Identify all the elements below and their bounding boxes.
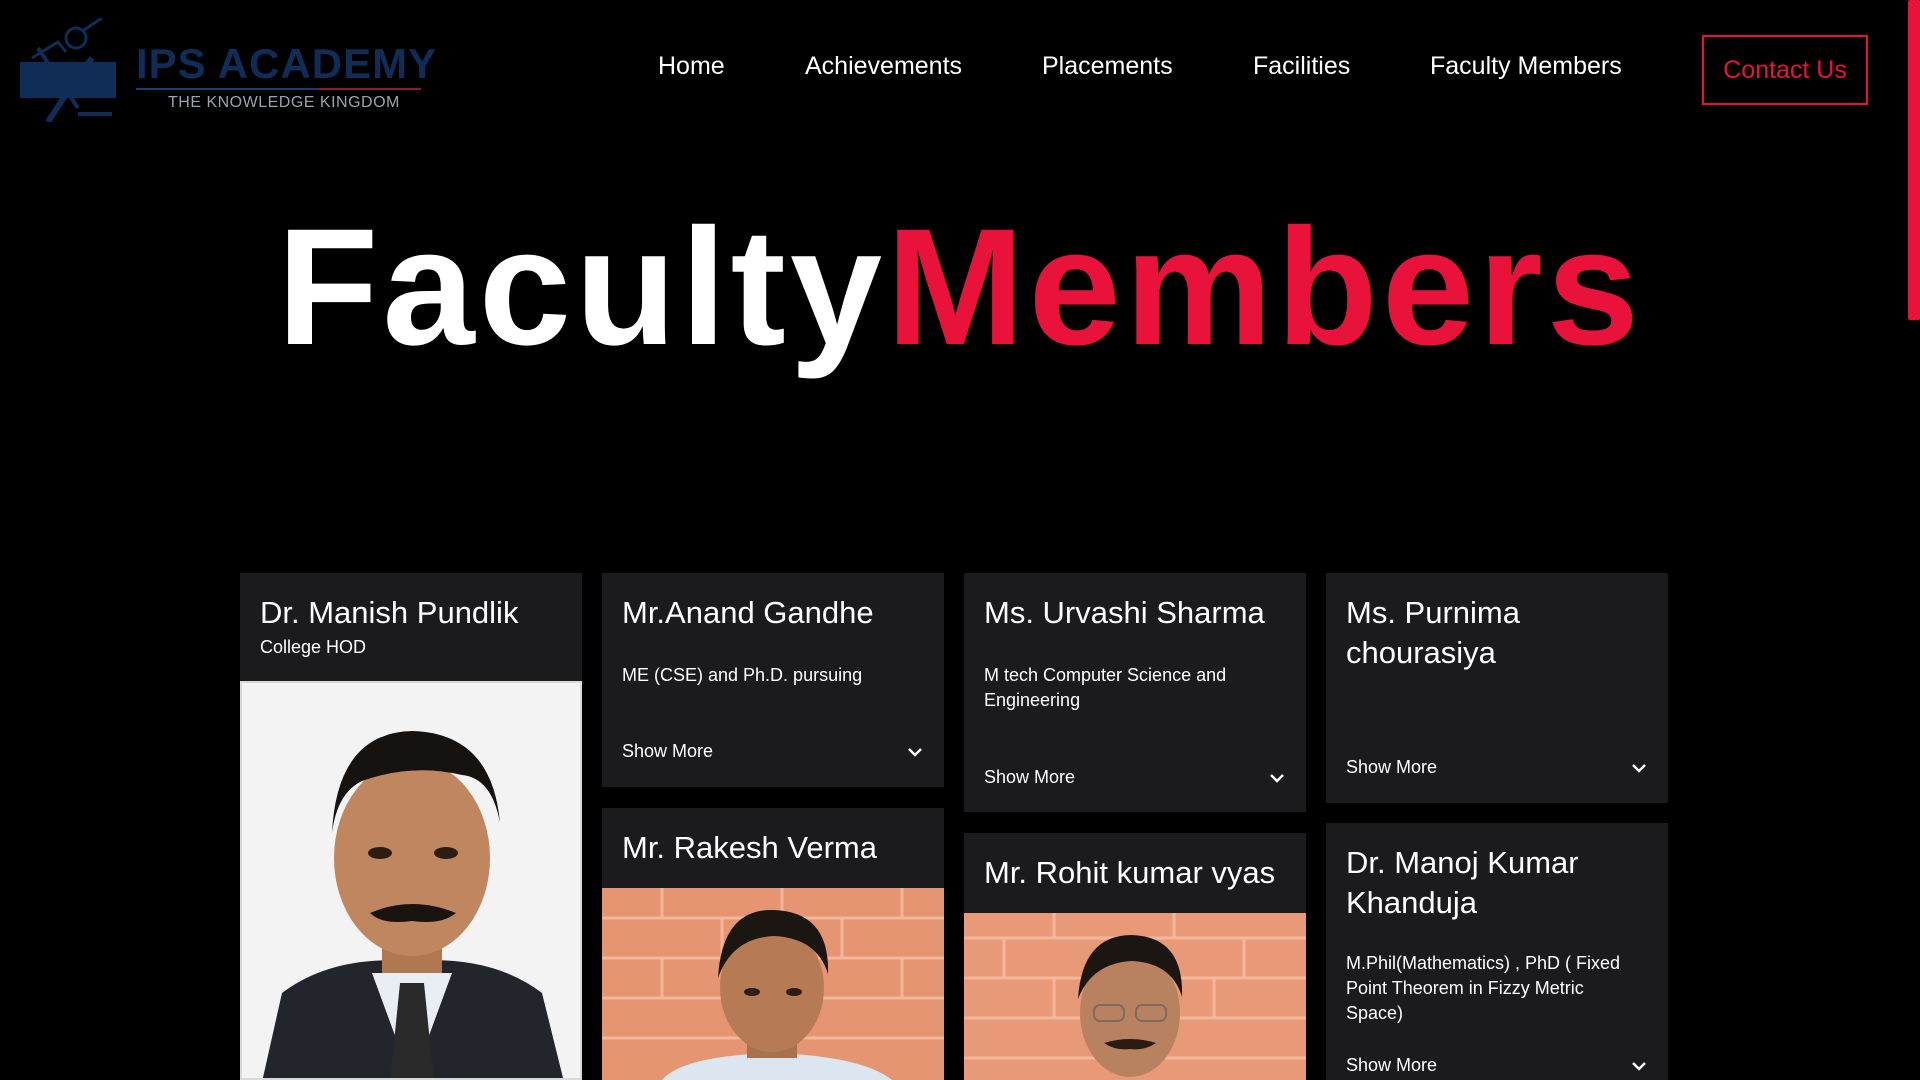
nav-placements[interactable]: Placements (1042, 52, 1173, 81)
nav-home[interactable]: Home (658, 52, 725, 81)
faculty-role: College HOD (260, 637, 367, 657)
brand-tagline: THE KNOWLEDGE KINGDOM (168, 94, 400, 111)
show-more-toggle[interactable]: Show More (984, 767, 1286, 788)
faculty-card-manish-pundlik: Dr. Manish Pundlik College HOD (240, 573, 582, 1080)
portrait-image (964, 913, 1306, 1080)
show-more-label: Show More (984, 767, 1076, 787)
chevron-down-icon (1632, 763, 1646, 773)
faculty-card-urvashi-sharma: Ms. Urvashi Sharma M tech Computer Scien… (964, 573, 1306, 812)
faculty-card-manoj-kumar-khanduja: Dr. Manoj Kumar Khanduja M.Phil(Mathemat… (1326, 823, 1668, 1080)
show-more-label: Show More (1346, 1055, 1438, 1075)
show-more-toggle[interactable]: Show More (622, 741, 924, 762)
chevron-down-icon (908, 747, 922, 757)
site-header: IPS ACADEMY THE KNOWLEDGE KINGDOM Home A… (0, 0, 1920, 140)
faculty-card-purnima-chourasiya: Ms. Purnima chourasiya Show More (1326, 573, 1668, 803)
faculty-photo (964, 913, 1306, 1080)
show-more-label: Show More (1346, 757, 1438, 777)
faculty-card-rakesh-verma: Mr. Rakesh Verma (602, 808, 944, 1080)
faculty-name: Dr. Manoj Kumar Khanduja (1346, 845, 1579, 920)
show-more-toggle[interactable]: Show More (1346, 757, 1648, 778)
brand-rule-accent (318, 88, 421, 90)
page-title-word1: Faculty (276, 195, 887, 380)
portrait-image (242, 683, 580, 1078)
faculty-photo (240, 681, 582, 1080)
scrollbar-thumb[interactable] (1908, 0, 1920, 320)
faculty-card-anand-gandhe: Mr.Anand Gandhe ME (CSE) and Ph.D. pursu… (602, 573, 944, 787)
ips-logo-icon (20, 18, 116, 122)
chevron-down-icon (1632, 1061, 1646, 1071)
nav-facilities[interactable]: Facilities (1253, 52, 1350, 81)
show-more-label: Show More (622, 741, 714, 761)
chevron-down-icon (1270, 773, 1284, 783)
brand-logo[interactable]: IPS ACADEMY THE KNOWLEDGE KINGDOM (18, 18, 436, 122)
portrait-image (602, 888, 944, 1080)
faculty-card-rohit-kumar-vyas: Mr. Rohit kumar vyas (964, 833, 1306, 1080)
show-more-toggle[interactable]: Show More (1346, 1055, 1648, 1076)
faculty-name: Ms. Urvashi Sharma (984, 595, 1265, 630)
faculty-photo (602, 888, 944, 1080)
faculty-qualification: ME (CSE) and Ph.D. pursuing (622, 665, 863, 685)
faculty-qualification: M.Phil(Mathematics) , PhD ( Fixed Point … (1346, 953, 1621, 1023)
faculty-name: Ms. Purnima chourasiya (1346, 595, 1520, 670)
brand-title: IPS ACADEMY (136, 40, 438, 87)
faculty-name: Mr.Anand Gandhe (622, 595, 874, 630)
faculty-qualification: M tech Computer Science and Engineering (984, 665, 1227, 710)
faculty-name: Dr. Manish Pundlik (260, 595, 519, 630)
faculty-name: Mr. Rakesh Verma (622, 830, 877, 865)
faculty-name: Mr. Rohit kumar vyas (984, 855, 1276, 890)
page-title-word2: Members (886, 195, 1643, 380)
nav-achievements[interactable]: Achievements (805, 52, 962, 81)
page-title: FacultyMembers (0, 205, 1920, 371)
contact-us-button[interactable]: Contact Us (1702, 35, 1868, 105)
nav-faculty-members[interactable]: Faculty Members (1430, 52, 1622, 81)
